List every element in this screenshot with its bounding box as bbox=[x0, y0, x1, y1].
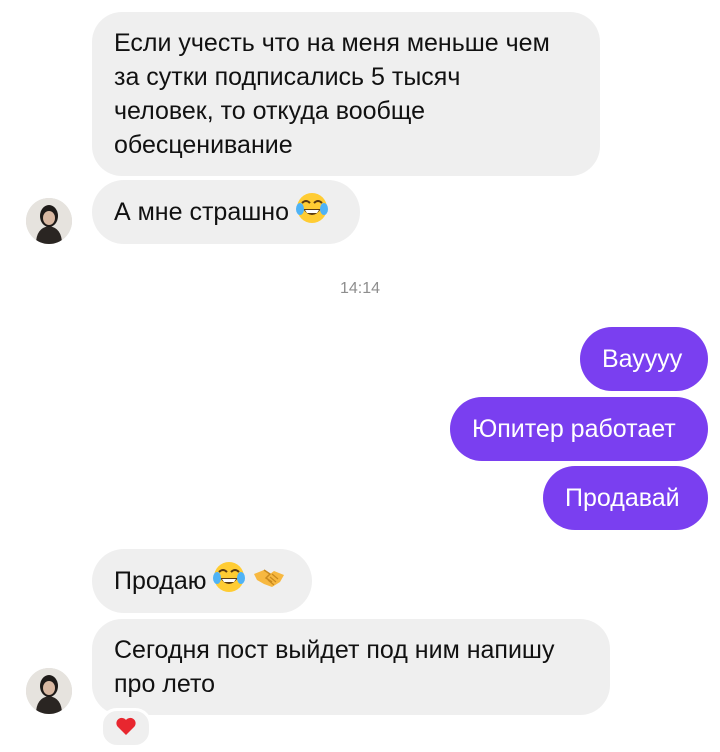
message-line: Если учесть что на меня меньше чем bbox=[114, 29, 550, 57]
avatar[interactable] bbox=[26, 668, 72, 714]
message-text: А мне страшно bbox=[114, 198, 289, 226]
timestamp: 14:14 bbox=[339, 280, 381, 297]
message-text: Юпитер работает bbox=[472, 415, 676, 443]
message-text: Продавай bbox=[565, 484, 680, 512]
face-with-tears-of-joy-emoji bbox=[212, 560, 246, 603]
red-heart-emoji bbox=[115, 716, 137, 741]
avatar[interactable] bbox=[26, 198, 72, 244]
message-line: про лето bbox=[114, 670, 216, 698]
message-bubble-outgoing[interactable]: Юпитер работает bbox=[450, 397, 708, 461]
handshake-emoji bbox=[252, 560, 286, 603]
message-bubble-outgoing[interactable]: Продавай bbox=[543, 466, 708, 530]
message-text: Вауууу bbox=[602, 345, 683, 373]
message-line: человек, то откуда вообще bbox=[114, 97, 426, 125]
message-reaction[interactable] bbox=[100, 708, 152, 748]
message-bubble-incoming[interactable]: А мне страшно bbox=[92, 180, 360, 244]
message-bubble-incoming[interactable]: Сегодня пост выйдет под ним напишу про л… bbox=[92, 619, 610, 715]
message-line: обесценивание bbox=[114, 131, 293, 159]
message-bubble-incoming[interactable]: Продаю bbox=[92, 549, 312, 613]
message-text: Продаю bbox=[114, 567, 207, 595]
message-bubble-incoming[interactable]: Если учесть что на меня меньше чем за су… bbox=[92, 12, 600, 176]
message-bubble-outgoing[interactable]: Вауууу bbox=[580, 327, 708, 391]
message-line: за сутки подписались 5 тысяч bbox=[114, 63, 461, 91]
face-with-tears-of-joy-emoji bbox=[295, 191, 329, 234]
message-line: Сегодня пост выйдет под ним напишу bbox=[114, 636, 555, 664]
